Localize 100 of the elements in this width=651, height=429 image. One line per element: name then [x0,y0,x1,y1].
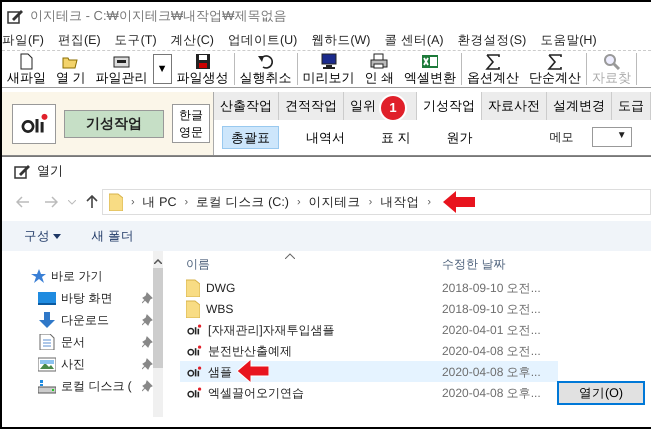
sigma-icon [484,53,502,70]
breadcrumb-item[interactable]: 내 PC [142,192,177,212]
pin-icon [142,380,153,392]
pin-icon [142,314,153,326]
dialog-title: 열기 [37,162,63,180]
folder-icon [186,278,200,296]
menu-item[interactable]: 환경설정(S) [458,30,526,50]
breadcrumb-separator[interactable]: › [131,194,135,210]
star-icon [30,268,46,284]
mode-label: 기성작업 [64,110,164,138]
file-row[interactable]: 엑셀끌어오기연습 2020-04-08 오후... [180,382,558,403]
sub-tab[interactable]: 총괄표 [222,126,279,149]
breadcrumb-item[interactable]: 이지테크 [308,192,361,212]
toolbar-button[interactable]: 파일생성 [172,53,234,85]
file-date: 2020-04-01 오전... [442,322,541,338]
file-name: DWG [206,280,236,296]
back-arrow-icon[interactable] [16,196,30,208]
toolbar-button[interactable]: 엑셀변환 [399,53,462,85]
window-title: 이지테크 - C:₩이지테크₩내작업₩제목없음 [30,7,286,26]
nav-item[interactable]: 바탕 화면 [61,289,112,307]
logo-icon [186,324,202,336]
memo-dropdown[interactable]: ▼ [592,127,632,148]
language-button[interactable]: 한글 영문 [172,104,210,144]
nav-item[interactable]: 바로 가기 [51,267,102,285]
file-name: 샘플 [208,364,232,380]
menu-item[interactable]: 웹하드(W) [311,30,370,50]
toolbar-button[interactable]: 파일관리 [90,53,153,85]
file-row[interactable]: WBS 2018-09-10 오전... [180,298,558,319]
pin-icon [142,336,153,348]
toolbar-button[interactable]: 옵션계산 [462,53,524,85]
menu-item[interactable]: 편집(E) [58,30,101,50]
logo-icon [186,344,202,356]
sigma-icon [546,53,564,70]
breadcrumb-separator[interactable]: › [368,194,372,210]
printer-icon [370,53,388,70]
logo-button[interactable] [12,104,56,144]
logo-icon [19,113,49,134]
scrollbar[interactable] [152,251,163,417]
nav-item[interactable]: 다운로드 [61,311,109,329]
breadcrumb-separator[interactable]: › [296,194,301,210]
magnifier-icon [602,53,621,70]
toolbar-button[interactable]: 미리보기 [298,53,360,85]
undo-icon [256,53,275,70]
file-row[interactable]: [자재관리]자재투입샘플 2020-04-01 오전... [180,319,558,340]
menu-item[interactable]: 콜 센터(A) [384,30,444,50]
file-name: 엑셀끌어오기연습 [208,384,304,402]
toolbar-button[interactable]: 열 기 [51,53,91,85]
menu-item[interactable]: 도구(T) [114,30,157,50]
toolbar-button[interactable]: 실행취소 [234,53,297,85]
file-name: 분전반산출예제 [208,342,292,360]
file-date: 2018-09-10 오전... [442,280,541,296]
column-header[interactable]: 이름 [180,255,442,273]
file-name: [자재관리]자재투입샘플 [208,322,335,338]
nav-item[interactable]: 로컬 디스크 ( [61,377,132,395]
nav-item[interactable]: 문서 [61,333,85,351]
toolbar-button[interactable]: 새파일 [2,53,51,85]
sub-tab[interactable]: 원가 [438,126,482,149]
column-header[interactable]: 수정한 날짜 [442,255,506,273]
breadcrumb-separator[interactable]: › [184,194,188,210]
file-row[interactable]: DWG 2018-09-10 오전... [180,277,558,298]
file-row[interactable]: 샘플 2020-04-08 오후... [180,361,558,382]
up-arrow-icon[interactable] [86,195,98,209]
open-button[interactable]: 열기(O) [557,381,645,405]
toolbar-button[interactable]: 단순계산 [524,53,586,85]
menu-item[interactable]: 파일(F) [2,30,44,50]
sort-caret-icon [285,253,295,259]
address-bar[interactable]: › 내 PC › 로컬 디스크 (C:) › 이지테크 › 내작업 › [102,189,651,215]
pin-icon [142,358,153,370]
folder-icon [109,193,123,211]
breadcrumb-separator[interactable]: › [427,194,431,210]
new-file-icon [18,53,36,70]
scroll-up-icon [154,259,162,264]
menu-item[interactable]: 계산(C) [170,30,214,50]
drive-icon [38,378,56,394]
breadcrumb-item[interactable]: 내작업 [380,192,420,212]
menu-item[interactable]: 업데이트(U) [228,30,298,50]
app-icon [7,8,24,24]
nav-item[interactable]: 사진 [61,355,85,373]
breadcrumb-item[interactable]: 로컬 디스크 (C:) [196,192,289,212]
forward-arrow-icon[interactable] [44,196,58,208]
logo-icon [186,386,202,398]
menu-item[interactable]: 도움말(H) [540,30,597,50]
annotation-arrow [442,191,475,213]
document-icon [38,334,56,350]
toolbar-button[interactable]: 구성 [24,226,62,246]
picture-icon [38,356,56,372]
memo-label: 메모 [550,129,574,146]
download-icon [38,312,56,328]
file-date: 2020-04-08 오후... [442,384,541,402]
dropdown-button[interactable]: ▼ [152,54,172,84]
desktop-icon [38,290,56,306]
tab[interactable]: 기성작업 [417,92,482,120]
sub-tab[interactable]: 내역서 [297,126,354,149]
monitor-icon [320,53,338,70]
toolbar-button[interactable]: 인 쇄 [360,53,400,85]
file-row[interactable]: 분전반산출예제 2020-04-08 오전... [180,340,558,361]
toolbar-button[interactable]: 새 폴더 [91,226,134,246]
annotation-arrow [237,359,269,383]
file-date: 2020-04-08 오후... [442,364,541,380]
sub-tab[interactable]: 표 지 [372,126,420,149]
